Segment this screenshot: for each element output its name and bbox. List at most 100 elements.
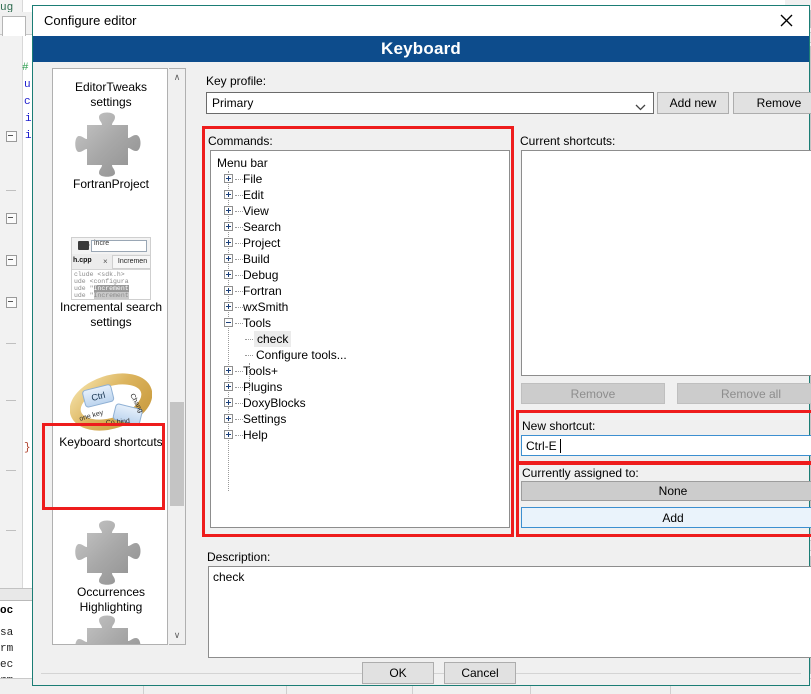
log-word-0: oc (0, 605, 14, 617)
tree-dash (235, 259, 243, 261)
expand-icon[interactable] (224, 190, 233, 199)
search-icon (78, 241, 90, 250)
expand-icon[interactable] (224, 398, 233, 407)
fold-line-1 (6, 343, 16, 344)
expand-icon[interactable] (224, 286, 233, 295)
expand-icon[interactable] (224, 382, 233, 391)
fold-marker-2[interactable] (6, 255, 17, 266)
keyboard-shortcuts-icon: Ctrl one key Co bind Chang (69, 373, 153, 435)
current-shortcuts-list[interactable] (521, 150, 811, 376)
cancel-button[interactable]: Cancel (444, 662, 516, 684)
code-token-2: c (24, 96, 31, 108)
tree-node-label: Tools+ (243, 364, 279, 378)
tree-node-label: Plugins (243, 380, 283, 394)
close-button[interactable] (763, 6, 809, 35)
tree-dash (235, 323, 243, 325)
log-word-3: ec (0, 659, 14, 671)
editor-tab (2, 16, 26, 36)
close-icon: × (103, 257, 108, 266)
sidebar-item-label: Occurrences Highlighting (76, 585, 146, 614)
sidebar-item-label: FortranProject (72, 177, 150, 191)
tree-node-label: Settings (243, 412, 287, 426)
sidebar-item-editortweaks-settings[interactable]: EditorTweaks settings (53, 80, 167, 110)
add-new-profile-button[interactable]: Add new (657, 92, 729, 114)
tree-dash (235, 211, 243, 213)
tree-node-label: check (254, 331, 292, 347)
expand-icon[interactable] (224, 206, 233, 215)
tree-node-label: Configure tools... (256, 348, 347, 362)
code-brace: } (24, 442, 31, 454)
key-profile-select[interactable]: Primary (206, 92, 654, 114)
expand-icon[interactable] (224, 430, 233, 439)
tree-node-label: Project (243, 236, 281, 250)
remove-shortcut-button[interactable]: Remove (521, 383, 665, 404)
sidebar-item-incremental-search-settings[interactable]: incre h.cpp × Incremen clude <sdk.h> ude… (53, 237, 167, 330)
sidebar-item-partial[interactable] (53, 614, 167, 644)
tree-dash (235, 419, 243, 421)
tree-dash (235, 275, 243, 277)
sidebar-item-keyboard-shortcuts[interactable]: Ctrl one key Co bind Chang Keyboard shor… (53, 373, 167, 450)
tree-dash (245, 339, 253, 341)
thumb-searchbar: incre (72, 238, 150, 255)
tree-dash (235, 371, 243, 373)
svg-text:Co bind: Co bind (106, 418, 131, 427)
tree-dash (235, 291, 243, 293)
incremental-search-thumbnail-icon: incre h.cpp × Incremen clude <sdk.h> ude… (71, 237, 151, 300)
expand-icon[interactable] (224, 254, 233, 263)
fold-marker-3[interactable] (6, 297, 17, 308)
thumb-code-line: ude "Increment (74, 292, 129, 299)
dialog-body: EditorTweaks settings FortranProject inc… (33, 62, 811, 685)
commands-tree[interactable]: Menu bar File Edit View Search Project B… (210, 150, 510, 528)
collapse-icon[interactable] (224, 318, 233, 327)
expand-icon[interactable] (224, 414, 233, 423)
code-token-0: # (22, 62, 29, 74)
page-title: Keyboard (380, 39, 461, 58)
puzzle-piece-icon (75, 519, 147, 585)
tree-root[interactable]: Menu bar (217, 155, 268, 171)
page-banner: Keyboard (33, 36, 809, 62)
tree-dash (235, 179, 243, 181)
expand-icon[interactable] (224, 238, 233, 247)
new-shortcut-value: Ctrl-E (526, 439, 557, 453)
ok-button[interactable]: OK (362, 662, 434, 684)
tree-node-label: Help (243, 428, 268, 442)
expand-icon[interactable] (224, 270, 233, 279)
sidebar-scrollbar[interactable]: ∧ ∨ (169, 68, 186, 645)
tree-node-label: DoxyBlocks (243, 396, 306, 410)
close-icon (780, 14, 792, 27)
sidebar-item-fortranproject[interactable]: FortranProject (53, 111, 167, 192)
expand-icon[interactable] (224, 302, 233, 311)
remove-all-shortcuts-button[interactable]: Remove all (677, 383, 811, 404)
scroll-down-icon[interactable]: ∨ (169, 627, 185, 644)
scroll-up-icon[interactable]: ∧ (169, 69, 185, 86)
expand-icon[interactable] (224, 222, 233, 231)
sidebar-item-occurrences-highlighting[interactable]: Occurrences Highlighting (53, 519, 167, 615)
currently-assigned-label: Currently assigned to: (522, 466, 639, 480)
description-input[interactable]: check (208, 566, 811, 658)
log-word-2: rm (0, 643, 14, 655)
scrollbar-thumb[interactable] (170, 402, 184, 506)
description-label: Description: (207, 550, 271, 564)
new-shortcut-input[interactable]: Ctrl-E (521, 435, 811, 456)
thumb-tabstrip: h.cpp × Incremen (72, 254, 150, 270)
tree-node-label: Fortran (243, 284, 282, 298)
remove-profile-button[interactable]: Remove (733, 92, 811, 114)
tree-dash (235, 243, 243, 245)
tree-node-label: Build (243, 252, 270, 266)
fold-marker-1[interactable] (6, 213, 17, 224)
add-shortcut-button[interactable]: Add (521, 507, 811, 528)
tree-dash (235, 195, 243, 197)
tree-dash (245, 355, 253, 357)
tree-dash (235, 435, 243, 437)
description-value: check (213, 570, 245, 584)
dialog-title-bar: Configure editor (33, 6, 809, 36)
settings-page-list[interactable]: EditorTweaks settings FortranProject inc… (52, 68, 168, 645)
code-token-3: i (25, 113, 32, 125)
tree-dash (235, 307, 243, 309)
thumb-code-line: ude <configura (74, 278, 129, 285)
expand-icon[interactable] (224, 366, 233, 375)
expand-icon[interactable] (224, 174, 233, 183)
configure-editor-dialog: Configure editor Keyboard EditorTweaks s… (32, 5, 811, 686)
fold-marker-0[interactable] (6, 131, 17, 142)
tree-node-label: Tools (243, 316, 272, 330)
